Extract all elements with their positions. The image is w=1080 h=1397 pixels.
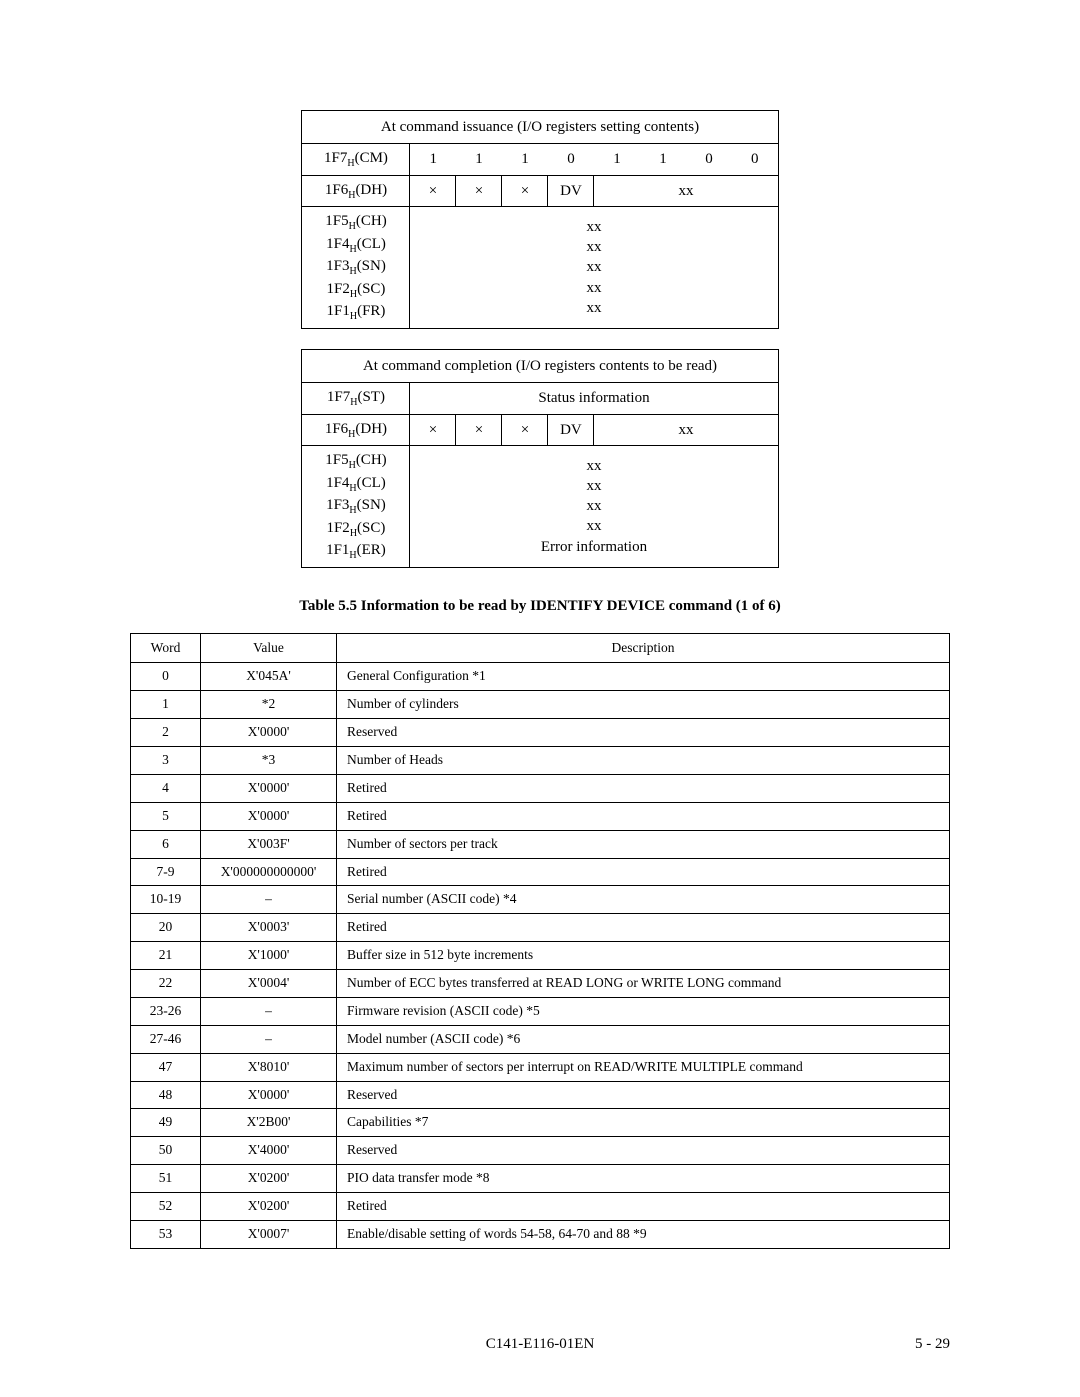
table-row: 50X'4000'Reserved [131, 1137, 950, 1165]
table-row: 21X'1000'Buffer size in 512 byte increme… [131, 942, 950, 970]
t1-block-labels: 1F5H(CH) 1F4H(CL) 1F3H(SN) 1F2H(SC) 1F1H… [302, 207, 410, 329]
table-row: 6X'003F'Number of sectors per track [131, 830, 950, 858]
col-description: Description [337, 633, 950, 663]
table-row: 1*2Number of cylinders [131, 691, 950, 719]
table-row: 52X'0200'Retired [131, 1193, 950, 1221]
table-row: 23-26–Firmware revision (ASCII code) *5 [131, 997, 950, 1025]
table-row: 49X'2B00'Capabilities *7 [131, 1109, 950, 1137]
identify-device-table: Word Value Description 0X'045A'General C… [130, 633, 950, 1249]
table-row: 27-46–Model number (ASCII code) *6 [131, 1025, 950, 1053]
register-table-issuance: At command issuance (I/O registers setti… [301, 110, 778, 329]
table-row: 51X'0200'PIO data transfer mode *8 [131, 1165, 950, 1193]
table-row: 7-9X'000000000000'Retired [131, 858, 950, 886]
page-footer: C141-E116-01EN 5 - 29 [130, 1336, 950, 1353]
t1-block-vals: xx xx xx xx xx [410, 207, 778, 329]
doc-id: C141-E116-01EN [130, 1336, 950, 1353]
table-caption: Table 5.5 Information to be read by IDEN… [130, 598, 950, 615]
table-row: 53X'0007'Enable/disable setting of words… [131, 1220, 950, 1248]
t1-cm-label: 1F7H(CM) [302, 144, 410, 176]
page-number: 5 - 29 [915, 1336, 950, 1353]
table-row: 20X'0003'Retired [131, 914, 950, 942]
t2-status-info: Status information [410, 383, 778, 415]
t2-dh-label: 1F6H(DH) [302, 414, 410, 446]
t2-st-label: 1F7H(ST) [302, 383, 410, 415]
t2-block-vals: xx xx xx xx Error information [410, 446, 778, 568]
table-row: 0X'045A'General Configuration *1 [131, 663, 950, 691]
table-row: 2X'0000'Reserved [131, 719, 950, 747]
table-row: 4X'0000'Retired [131, 774, 950, 802]
table-row: 5X'0000'Retired [131, 802, 950, 830]
table-row: 10-19–Serial number (ASCII code) *4 [131, 886, 950, 914]
col-value: Value [201, 633, 337, 663]
t2-header: At command completion (I/O registers con… [302, 349, 778, 382]
table-row: 22X'0004'Number of ECC bytes transferred… [131, 970, 950, 998]
col-word: Word [131, 633, 201, 663]
register-table-completion: At command completion (I/O registers con… [301, 349, 778, 568]
page: At command issuance (I/O registers setti… [0, 0, 1080, 1397]
table-row: 47X'8010'Maximum number of sectors per i… [131, 1053, 950, 1081]
t2-block-labels: 1F5H(CH) 1F4H(CL) 1F3H(SN) 1F2H(SC) 1F1H… [302, 446, 410, 568]
t1-header: At command issuance (I/O registers setti… [302, 111, 778, 144]
t1-dh-label: 1F6H(DH) [302, 175, 410, 207]
table-row: 48X'0000'Reserved [131, 1081, 950, 1109]
table-row: 3*3Number of Heads [131, 747, 950, 775]
